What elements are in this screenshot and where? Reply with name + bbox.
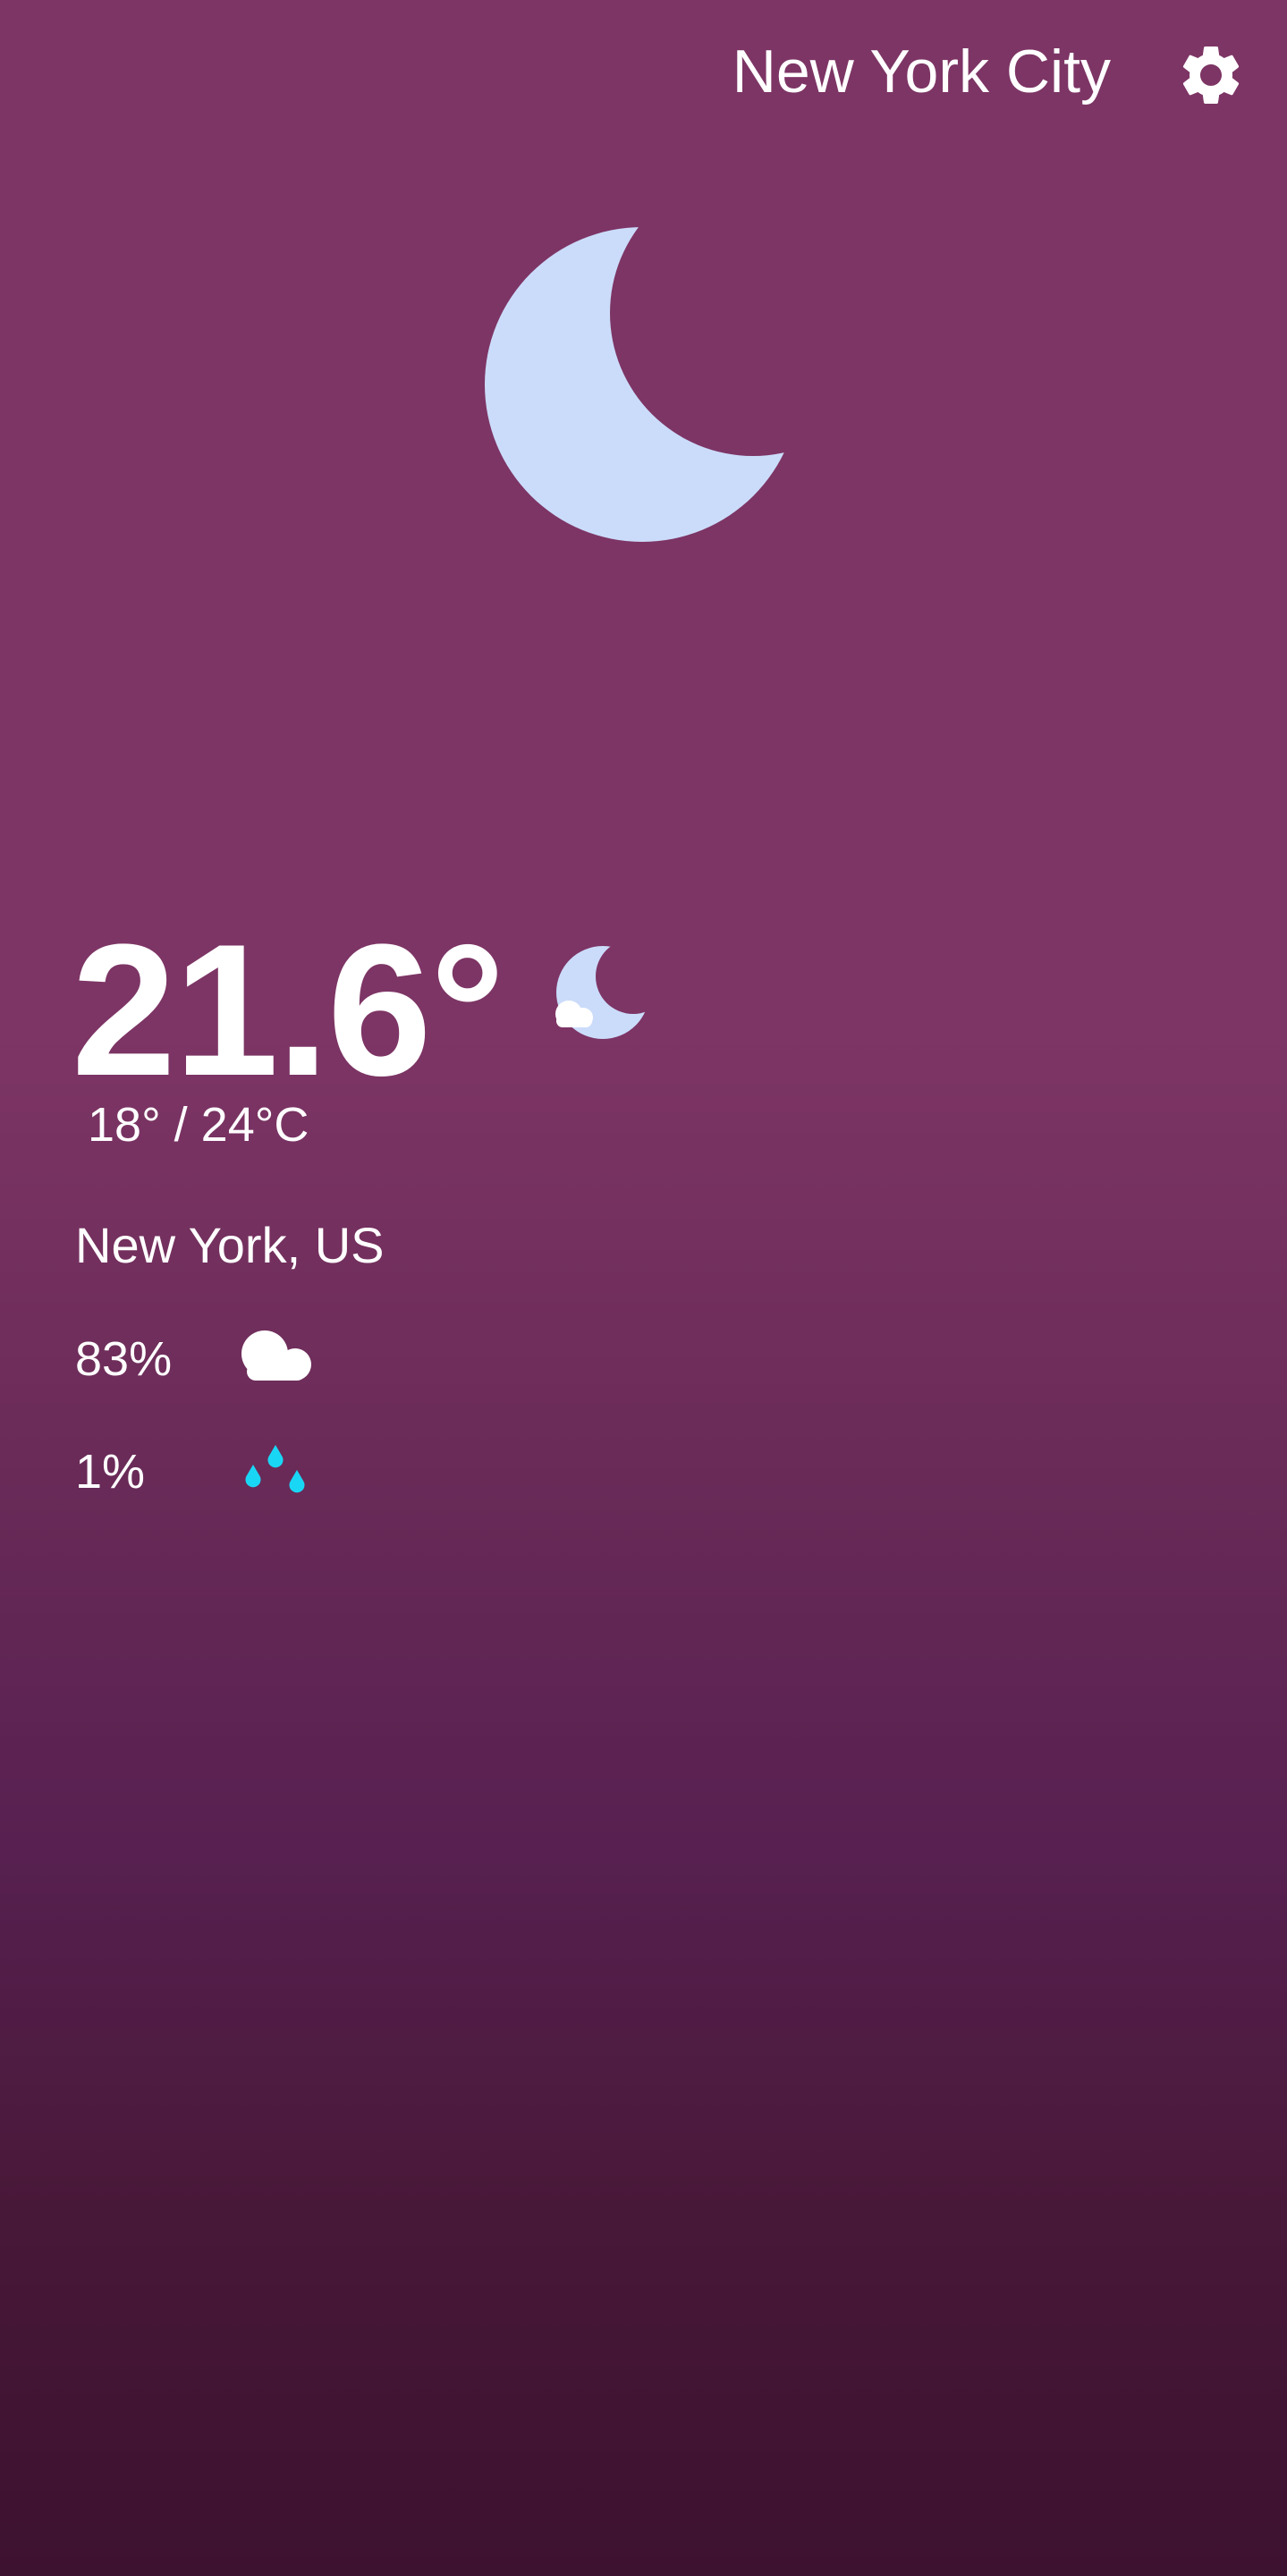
location-label: New York, US bbox=[75, 1217, 385, 1273]
top-bar: New York City bbox=[0, 0, 1287, 152]
precipitation-value: 1% bbox=[75, 1445, 146, 1499]
min-max-temperature: 18° / 24°C bbox=[88, 1098, 309, 1152]
city-title: New York City bbox=[732, 38, 1111, 106]
current-temperature: 21.6° bbox=[72, 905, 505, 1115]
raindrops-icon bbox=[240, 1436, 320, 1508]
precipitation-row: 1% bbox=[75, 1436, 433, 1508]
gear-icon bbox=[1182, 46, 1240, 104]
settings-button[interactable] bbox=[1175, 39, 1247, 111]
moon-cloud-icon bbox=[549, 941, 656, 1048]
cloudiness-row: 83% bbox=[75, 1323, 433, 1395]
moon-icon bbox=[483, 224, 787, 545]
cloud-icon bbox=[240, 1323, 320, 1395]
cloudiness-value: 83% bbox=[75, 1332, 173, 1386]
